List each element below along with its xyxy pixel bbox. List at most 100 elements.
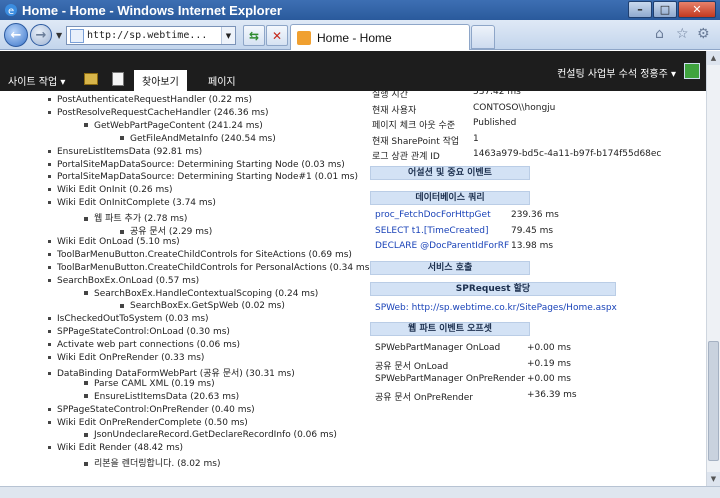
db-query-link[interactable]: proc_FetchDocForHttpGet — [375, 210, 491, 220]
new-tab-button[interactable] — [471, 25, 495, 49]
log-entry-text: EnsureListItemsData (20.63 ms) — [94, 391, 240, 402]
bullet-icon — [84, 461, 88, 466]
log-entry-text: PostResolveRequestCacheHandler (246.36 m… — [57, 107, 269, 118]
vertical-scrollbar[interactable]: ▲ ▼ — [706, 51, 720, 486]
sharepoint-ribbon: 사이트 작업 ▾ 찾아보기 페이지 컨설팅 사업부 수석 정홍주 ▾ — [0, 51, 706, 91]
close-button[interactable]: ✕ — [678, 1, 716, 18]
db-query-time: 13.98 ms — [511, 241, 554, 251]
arrow-left-icon: ← — [10, 27, 22, 43]
log-entry-text: JsonUndeclareRecord.GetDeclareRecordInfo… — [94, 430, 337, 441]
edit-page-icon[interactable] — [112, 72, 124, 86]
info-value: 1 — [473, 133, 479, 144]
info-key: 실행 시간 — [372, 91, 408, 100]
favicon-icon — [297, 30, 311, 45]
sprequest-link[interactable]: SPWeb: http://sp.webtime.co.kr/SitePages… — [375, 303, 617, 313]
history-dropdown[interactable]: ▼ — [56, 31, 62, 40]
info-value: 537.42 ms — [473, 91, 521, 97]
back-button[interactable]: ← — [4, 23, 28, 47]
network-icon[interactable] — [684, 63, 700, 79]
forward-button[interactable]: → — [30, 24, 52, 46]
log-entry-text: Wiki Edit OnLoad (5.10 ms) — [57, 236, 180, 247]
log-entry: 공유 문서 (2.29 ms) — [120, 224, 212, 237]
navigate-up-icon[interactable] — [84, 73, 98, 85]
webpart-event-offset: +0.00 ms — [527, 374, 571, 384]
bullet-icon — [48, 149, 51, 153]
bullet-icon — [48, 407, 51, 411]
log-entry-text: SPPageStateControl:OnLoad (0.30 ms) — [57, 327, 230, 338]
bullet-icon — [48, 420, 51, 424]
bullet-icon — [120, 229, 124, 234]
favorites-star-icon[interactable]: ☆ — [676, 26, 689, 42]
log-entry: Wiki Edit OnInit (0.26 ms) — [48, 185, 172, 195]
stop-button[interactable]: ✕ — [266, 25, 288, 46]
db-query-link[interactable]: SELECT t1.[TimeCreated] — [375, 226, 489, 236]
address-bar[interactable]: http://sp.webtime.... ▼ — [66, 26, 236, 45]
refresh-icon: ⇆ — [248, 28, 260, 43]
log-entry: ToolBarMenuButton.CreateChildControls fo… — [48, 263, 373, 273]
address-dropdown-icon[interactable]: ▼ — [221, 27, 235, 44]
bullet-icon — [48, 162, 51, 166]
webpart-event-name: 공유 문서 OnLoad — [375, 361, 449, 372]
stop-icon: ✕ — [271, 28, 283, 43]
log-entry-text: Wiki Edit OnPreRenderComplete (0.50 ms) — [57, 417, 248, 428]
log-entry: PostResolveRequestCacheHandler (246.36 m… — [48, 108, 268, 118]
tab-browse[interactable]: 찾아보기 — [134, 70, 187, 91]
maximize-button[interactable]: □ — [653, 1, 677, 18]
log-entry-text: Wiki Edit OnInit (0.26 ms) — [57, 185, 173, 196]
log-entry-text: SearchBoxEx.OnLoad (0.57 ms) — [57, 275, 200, 286]
webpart-event-offset: +36.39 ms — [527, 389, 577, 400]
user-menu[interactable]: 컨설팅 사업부 수석 정홍주 ▾ — [557, 65, 676, 80]
log-entry: JsonUndeclareRecord.GetDeclareRecordInfo… — [84, 430, 337, 440]
tab-page[interactable]: 페이지 — [200, 70, 244, 91]
arrow-right-icon: → — [35, 27, 47, 43]
home-icon[interactable]: ⌂ — [655, 26, 664, 42]
log-entry: ToolBarMenuButton.CreateChildControls fo… — [48, 250, 352, 260]
log-entry-text: Wiki Edit Render (48.42 ms) — [57, 443, 184, 454]
scroll-up-icon[interactable]: ▲ — [707, 51, 720, 65]
log-entry: Wiki Edit OnLoad (5.10 ms) — [48, 237, 180, 247]
address-url[interactable]: http://sp.webtime.... — [87, 30, 205, 41]
log-entry-text: PostAuthenticateRequestHandler (0.22 ms) — [57, 95, 252, 105]
page-icon — [70, 28, 84, 43]
scroll-thumb[interactable] — [708, 341, 719, 461]
db-query-time: 79.45 ms — [511, 225, 554, 236]
log-entry: SearchBoxEx.GetSpWeb (0.02 ms) — [120, 301, 285, 311]
info-value: CONTOSO\\hongju — [473, 102, 556, 113]
window-titlebar: e Home - Home - Windows Internet Explore… — [0, 0, 720, 20]
log-entry-text: SPPageStateControl:OnPreRender (0.40 ms) — [57, 404, 255, 415]
scroll-down-icon[interactable]: ▼ — [707, 472, 720, 486]
log-entry-text: Wiki Edit OnInitComplete (3.74 ms) — [57, 198, 216, 209]
log-entry-text: PortalSiteMapDataSource: Determining Sta… — [57, 159, 345, 170]
log-entry-text: PortalSiteMapDataSource: Determining Sta… — [57, 172, 359, 183]
log-entry-text: EnsureListItemsData (92.81 ms) — [57, 146, 203, 157]
log-entry-text: Wiki Edit OnPreRender (0.33 ms) — [57, 353, 205, 363]
bullet-icon — [48, 356, 51, 359]
log-entry: PortalSiteMapDataSource: Determining Sta… — [48, 172, 358, 182]
developer-dashboard: PostAuthenticateRequestHandler (0.22 ms)… — [0, 91, 706, 486]
bullet-icon — [120, 136, 124, 141]
db-query-link[interactable]: DECLARE @DocParentIdForRF — [375, 241, 509, 251]
log-entry-text: 공유 문서 (2.29 ms) — [130, 227, 213, 237]
log-entry: SearchBoxEx.OnLoad (0.57 ms) — [48, 276, 199, 286]
ie-icon: e — [5, 4, 17, 17]
refresh-button[interactable]: ⇆ — [243, 25, 265, 46]
log-entry-text: 리본을 렌더링합니다. (8.02 ms) — [94, 459, 221, 470]
log-entry: 웹 파트 추가 (2.78 ms) — [84, 211, 187, 224]
bullet-icon — [48, 98, 51, 101]
gear-icon[interactable]: ⚙ — [697, 26, 710, 42]
bullet-icon — [48, 110, 51, 114]
bullet-icon — [84, 381, 88, 386]
log-entry: SPPageStateControl:OnPreRender (0.40 ms) — [48, 405, 255, 415]
info-value: 1463a979-bd5c-4a11-b97f-b174f55d68ec — [473, 149, 662, 159]
log-entry: PostAuthenticateRequestHandler (0.22 ms) — [48, 95, 252, 105]
window-title: Home - Home - Windows Internet Explorer — [22, 2, 282, 18]
tab-title: Home - Home — [317, 30, 392, 45]
log-entry-text: Parse CAML XML (0.19 ms) — [94, 378, 215, 389]
site-actions-menu[interactable]: 사이트 작업 ▾ — [8, 73, 65, 88]
bullet-icon — [84, 123, 88, 128]
browser-tab[interactable]: Home - Home — [290, 24, 470, 50]
minimize-button[interactable]: – — [628, 1, 652, 18]
section-sprequest: SPRequest 할당 — [370, 282, 616, 296]
section-assert: 어설션 및 중요 이벤트 — [370, 166, 530, 180]
log-entry: SPPageStateControl:OnLoad (0.30 ms) — [48, 327, 230, 337]
